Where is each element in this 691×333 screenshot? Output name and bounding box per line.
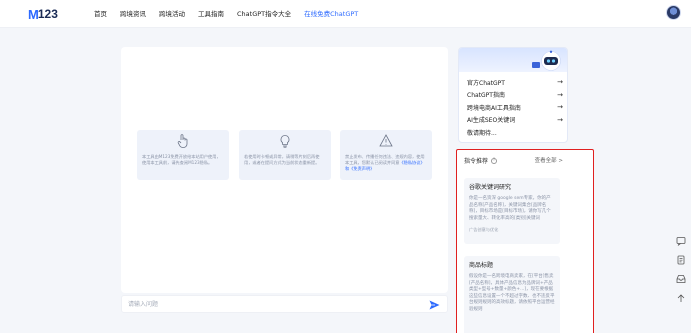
- quick-link-label: 跨境电商AI工具指南: [467, 104, 521, 112]
- quick-link-ai-tools-guide[interactable]: 跨境电商AI工具指南 →: [467, 101, 563, 114]
- info-card-warning: 禁止发布、传播任何违法、违规内容，使用本工具，您默认已阅读并同意《隐私协议》和《…: [340, 130, 432, 180]
- top-header: M 123 首页 跨境资讯 跨境活动 工具指南 ChatGPT指令大全 在线免费…: [0, 0, 691, 28]
- nav-item-home[interactable]: 首页: [94, 8, 107, 18]
- chat-icon[interactable]: [676, 236, 686, 246]
- user-avatar[interactable]: [666, 5, 681, 20]
- nav-item-tools-guide[interactable]: 工具指南: [198, 8, 224, 18]
- arrow-right-icon: →: [557, 78, 563, 87]
- prompt-card[interactable]: 谷歌关键词研究 你是一名资深 google sem专家，你的产品名称[产品名称]…: [464, 178, 560, 244]
- robot-mascot-icon: [532, 50, 561, 71]
- question-input-bar: [121, 295, 448, 313]
- prompt-card-title: 商品标题: [469, 262, 494, 269]
- quick-link-label: ChatGPT指南: [467, 92, 505, 100]
- prompt-card-desc: 假设你是一名跨境电商卖家，在[平台]售卖[产品名称]，具体产品信息为品牌词+产品…: [469, 274, 555, 312]
- info-card-tips: 若使用时卡顿或异常，请稍等片刻后再使用，或者在提问方式为当前状态重新提。: [239, 130, 331, 180]
- warning-icon: [345, 134, 427, 148]
- privacy-link[interactable]: 《隐私协议》: [399, 160, 424, 165]
- quick-link-seo-keywords[interactable]: AI生成SEO关键词 →: [467, 114, 563, 127]
- quick-link-chatgpt-guide[interactable]: ChatGPT指南 →: [467, 89, 563, 102]
- info-card-text-group: 禁止发布、传播任何违法、违规内容，使用本工具，您默认已阅读并同意《隐私协议》和《…: [345, 154, 427, 172]
- question-input[interactable]: [128, 299, 408, 310]
- floating-toolbar: [676, 236, 686, 303]
- disclaimer-link[interactable]: 和《免责声明》: [345, 166, 374, 171]
- quick-link-coming-soon: 敬请期待...: [467, 126, 563, 139]
- nav-item-free-chatgpt[interactable]: 在线免费ChatGPT: [304, 8, 358, 18]
- prompt-card-title: 谷歌关键词研究: [469, 184, 512, 191]
- lightbulb-icon: [244, 134, 326, 148]
- quick-link-label: 敬请期待...: [467, 129, 497, 137]
- main-nav: 首页 跨境资讯 跨境活动 工具指南 ChatGPT指令大全 在线免费ChatGP…: [94, 8, 358, 18]
- back-to-top-icon[interactable]: [676, 293, 686, 303]
- info-card-usage: 本工具由M123免费开放给本站用户使用，使用本工具前，请先查阅M123隐私。: [137, 130, 229, 180]
- info-card-text: 若使用时卡顿或异常，请稍等片刻后再使用，或者在提问方式为当前状态重新提。: [244, 154, 320, 165]
- help-icon[interactable]: ?: [491, 157, 498, 164]
- quick-link-official-chatgpt[interactable]: 官方ChatGPT →: [467, 76, 563, 89]
- arrow-right-icon: →: [557, 115, 563, 124]
- info-card-text: 本工具由M123免费开放给本站用户使用，使用本工具前，请先查阅M123隐私。: [142, 154, 221, 165]
- hand-pointer-icon: [142, 134, 224, 148]
- arrow-right-icon: →: [557, 103, 563, 112]
- site-logo[interactable]: M 123: [28, 6, 58, 22]
- nav-item-events[interactable]: 跨境活动: [159, 8, 185, 18]
- arrow-right-icon: →: [557, 90, 563, 99]
- logo-mark: M: [28, 6, 39, 22]
- prompt-recommend-panel: 指令推荐 ? 查看全部 > 谷歌关键词研究 你是一名资深 google sem专…: [456, 149, 594, 333]
- quick-links-card: 官方ChatGPT → ChatGPT指南 → 跨境电商AI工具指南 → AI生成SE…: [458, 47, 568, 143]
- recommend-header: 指令推荐 ?: [464, 156, 498, 165]
- quick-links-list: 官方ChatGPT → ChatGPT指南 → 跨境电商AI工具指南 → AI生成SE…: [467, 76, 563, 139]
- prompt-card[interactable]: 商品标题 假设你是一名跨境电商卖家，在[平台]售卖[产品名称]，具体产品信息为品…: [464, 256, 560, 333]
- quick-link-label: AI生成SEO关键词: [467, 117, 516, 125]
- inbox-icon[interactable]: [676, 274, 686, 284]
- quick-link-label: 官方ChatGPT: [467, 79, 505, 87]
- recommend-title: 指令推荐: [464, 158, 489, 165]
- logo-text: 123: [37, 7, 58, 21]
- nav-item-news[interactable]: 跨境资讯: [120, 8, 146, 18]
- document-icon[interactable]: [676, 255, 686, 265]
- nav-item-chatgpt-prompts[interactable]: ChatGPT指令大全: [237, 8, 291, 18]
- prompt-card-tag: 广告创意与优化: [469, 227, 499, 232]
- prompt-card-desc: 你是一名资深 google sem专家，你的产品名称[产品名称]，关键词集合[品…: [469, 196, 551, 221]
- send-icon[interactable]: [429, 300, 440, 312]
- view-all-link[interactable]: 查看全部 >: [535, 156, 563, 164]
- chat-panel: 本工具由M123免费开放给本站用户使用，使用本工具前，请先查阅M123隐私。 若…: [121, 47, 448, 293]
